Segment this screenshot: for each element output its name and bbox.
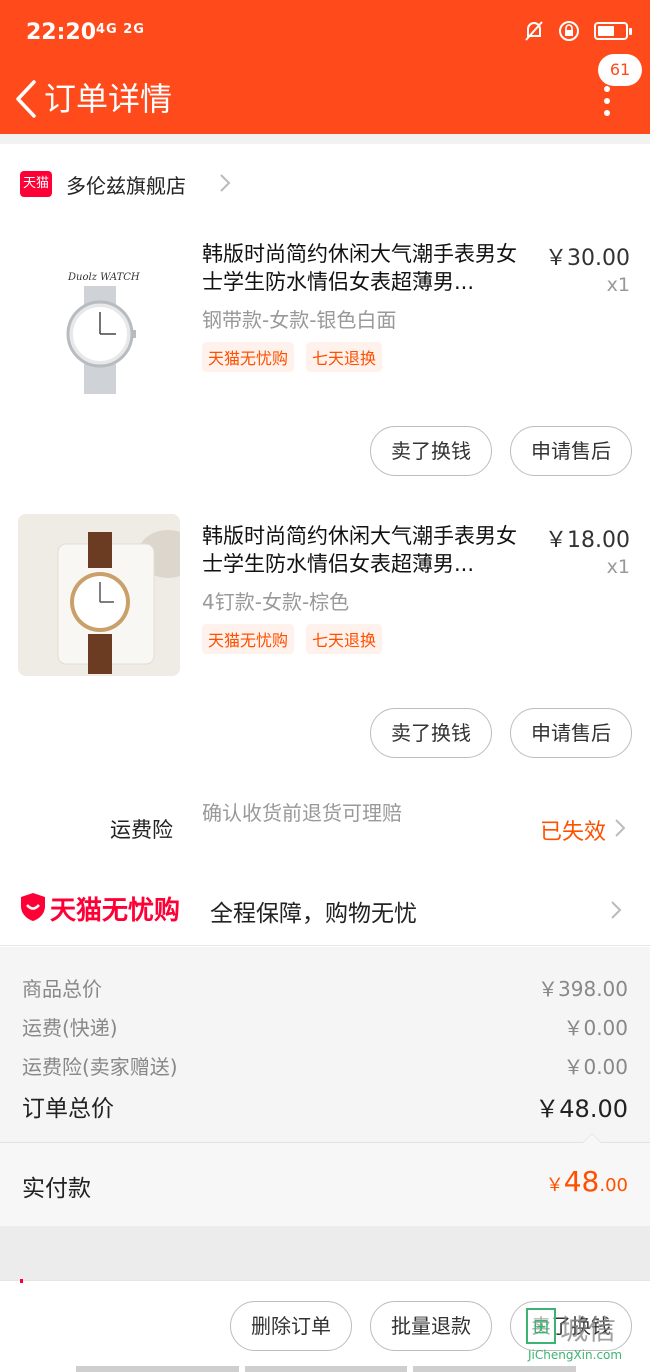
paid-amount-row: 实付款 ￥48.00 — [0, 1133, 650, 1226]
watermark-logo-icon: ⊞ — [526, 1308, 556, 1344]
wuyou-row[interactable]: 天猫无忧购 全程保障，购物无忧 — [0, 874, 650, 946]
insurance-label: 运费险 — [110, 818, 173, 842]
service-tags: 天猫无忧购 七天退换 — [202, 624, 383, 654]
service-tags: 天猫无忧购 七天退换 — [202, 342, 383, 372]
product-title[interactable]: 韩版时尚简约休闲大气潮手表男女士学生防水情侣女表超薄男... — [202, 522, 532, 578]
scroll-handle — [76, 1366, 577, 1372]
watch-silver-image: Duolz WATCH — [66, 272, 140, 394]
wuyou-slogan: 全程保障，购物无忧 — [210, 901, 417, 927]
product-price: ￥30.00 — [545, 246, 630, 271]
caret-up-icon — [582, 1133, 602, 1143]
order-item[interactable]: Duolz WATCH 韩版时尚简约休闲大气潮手表男女士学生防水情侣女表超薄男.… — [0, 214, 650, 496]
message-badge[interactable]: 61 — [598, 54, 642, 86]
product-sku: 4钉款-女款-棕色 — [202, 590, 350, 614]
product-image[interactable]: Duolz WATCH — [18, 240, 180, 402]
summary-row: 运费(快递) ￥0.00 — [22, 1012, 628, 1041]
red-marker — [20, 1279, 23, 1283]
paid-integer: 48 — [563, 1165, 600, 1198]
status-time: 22:20 — [26, 20, 97, 45]
order-total-value: ￥48.00 — [535, 1095, 628, 1123]
insurance-desc: 确认收货前退货可理赔 — [202, 801, 402, 825]
shipping-value: ￥0.00 — [563, 1016, 628, 1040]
watermark-cn: 城信 — [560, 1313, 617, 1346]
sell-button[interactable]: 卖了换钱 — [370, 708, 492, 758]
sell-button[interactable]: 卖了换钱 — [370, 426, 492, 476]
summary-row: 运费险(卖家赠送) ￥0.00 — [22, 1051, 628, 1080]
item-actions: 卖了换钱 申请售后 — [370, 426, 632, 476]
product-title[interactable]: 韩版时尚简约休闲大气潮手表男女士学生防水情侣女表超薄男... — [202, 240, 532, 296]
product-sku: 钢带款-女款-银色白面 — [202, 308, 397, 332]
battery-icon — [594, 22, 632, 40]
chevron-right-icon — [615, 819, 626, 837]
shop-name[interactable]: 多伦兹旗舰店 — [66, 170, 186, 199]
tag-return: 七天退换 — [306, 624, 383, 654]
price-summary: 商品总价 ￥398.00 运费(快递) ￥0.00 运费险(卖家赠送) ￥0.0… — [0, 947, 650, 1143]
mute-bell-icon — [525, 21, 543, 41]
product-image[interactable] — [18, 514, 180, 676]
status-bar: 22:20 4G 2G — [0, 0, 650, 66]
freight-insurance-row[interactable]: 运费险 确认收货前退货可理赔 已失效 — [0, 794, 650, 864]
chevron-right-icon — [220, 174, 231, 192]
signal-indicator: 4G 2G — [96, 22, 145, 37]
status-icons — [524, 20, 632, 42]
insurance-fee-label: 运费险(卖家赠送) — [22, 1055, 178, 1079]
thumb-brand: Duolz WATCH — [67, 272, 140, 283]
page-title: 订单详情 — [44, 80, 173, 118]
lock-rotation-icon — [559, 21, 579, 41]
nav-bar: 订单详情 61 — [0, 54, 650, 134]
tmall-logo-icon: 天猫 — [20, 171, 52, 197]
watch-brown-image — [18, 514, 180, 676]
order-item[interactable]: 韩版时尚简约休闲大气潮手表男女士学生防水情侣女表超薄男... ￥18.00 x1… — [0, 496, 650, 778]
paid-amount: ￥48.00 — [546, 1165, 628, 1198]
after-sale-button[interactable]: 申请售后 — [510, 426, 632, 476]
shield-icon — [21, 893, 45, 921]
watermark-en: JiChengXin.com — [528, 1348, 623, 1362]
wuyou-brand: 天猫无忧购 — [50, 896, 181, 926]
section-gap — [0, 1226, 650, 1280]
order-card: 天猫 多伦兹旗舰店 Duolz WATCH 韩版时尚简约休闲大气潮手表男女士学生… — [0, 144, 650, 947]
delete-order-button[interactable]: 删除订单 — [230, 1301, 352, 1351]
paid-currency: ￥ — [545, 1175, 564, 1196]
back-arrow-icon[interactable] — [10, 74, 46, 124]
insurance-fee-value: ￥0.00 — [563, 1055, 628, 1079]
order-total-label: 订单总价 — [22, 1096, 114, 1122]
summary-row: 商品总价 ￥398.00 — [22, 973, 628, 1002]
tag-wuyou: 天猫无忧购 — [202, 624, 295, 654]
more-menu-icon[interactable] — [600, 86, 614, 122]
watermark: ⊞ 城信 JiChengXin.com — [526, 1308, 644, 1368]
paid-label: 实付款 — [22, 1176, 91, 1202]
product-qty: x1 — [606, 556, 630, 578]
tag-wuyou: 天猫无忧购 — [202, 342, 295, 372]
goods-total-value: ￥398.00 — [538, 977, 628, 1001]
paid-decimal: .00 — [599, 1175, 628, 1196]
goods-total-label: 商品总价 — [22, 977, 102, 1001]
shipping-label: 运费(快递) — [22, 1016, 118, 1040]
insurance-status: 已失效 — [539, 820, 606, 845]
batch-refund-button[interactable]: 批量退款 — [370, 1301, 492, 1351]
after-sale-button[interactable]: 申请售后 — [510, 708, 632, 758]
product-price: ￥18.00 — [545, 528, 630, 553]
shop-header[interactable]: 天猫 多伦兹旗舰店 — [0, 144, 650, 222]
product-qty: x1 — [606, 274, 630, 296]
item-actions: 卖了换钱 申请售后 — [370, 708, 632, 758]
tag-return: 七天退换 — [306, 342, 383, 372]
summary-row: 订单总价 ￥48.00 — [22, 1089, 628, 1123]
chevron-right-icon — [611, 901, 622, 919]
